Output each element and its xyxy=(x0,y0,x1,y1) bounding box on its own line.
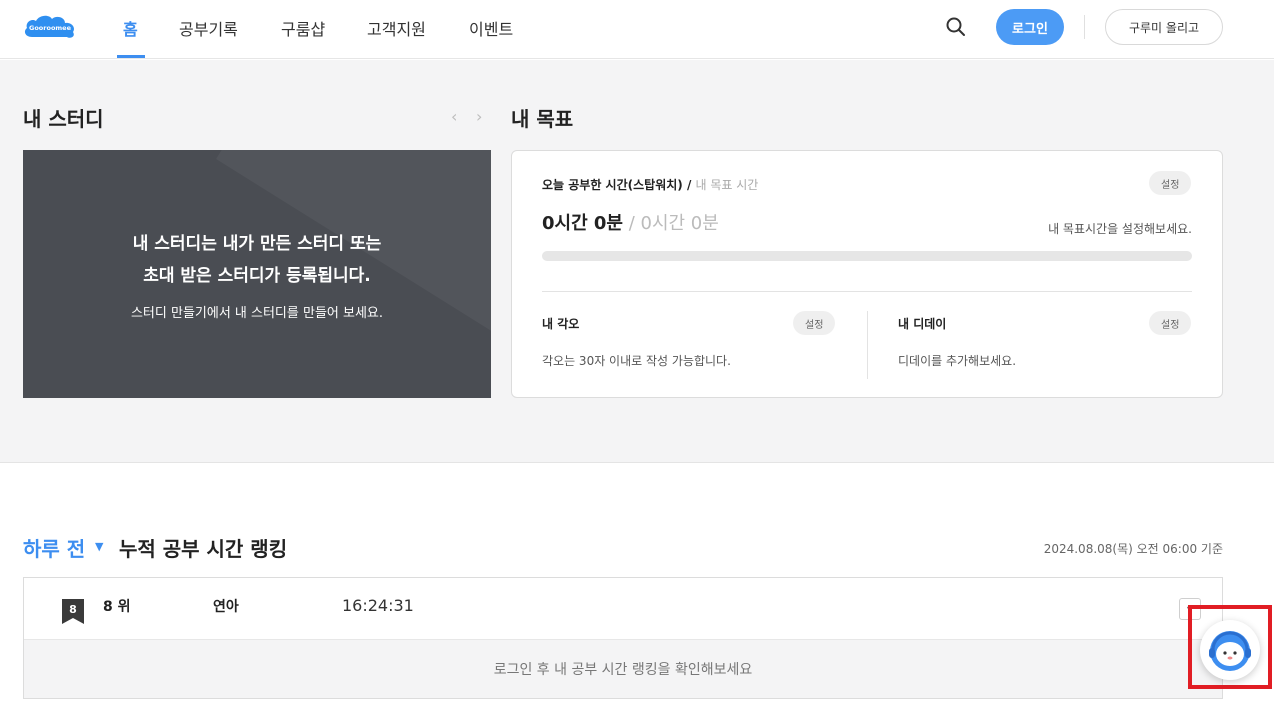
resolve-title: 내 각오 xyxy=(542,317,580,331)
study-empty-line2: 초대 받은 스터디가 등록됩니다. xyxy=(143,266,371,286)
header-divider xyxy=(1084,15,1085,39)
studied-time: 0시간 0분 xyxy=(542,213,623,234)
nav-home[interactable]: 홈 xyxy=(123,16,138,40)
nav-support[interactable]: 고객지원 xyxy=(367,16,426,40)
goal-hint: 내 목표시간을 설정해보세요. xyxy=(1048,222,1192,236)
next-arrow-icon[interactable]: › xyxy=(476,107,482,126)
prev-arrow-icon[interactable]: ‹ xyxy=(451,107,457,126)
chatbot-icon[interactable] xyxy=(1200,620,1260,680)
goal-divider xyxy=(542,291,1192,292)
goal-time-value: 0시간 0분 / 0시간 0분 xyxy=(542,209,719,235)
search-icon[interactable] xyxy=(944,15,968,39)
upload-button[interactable]: 구루미 올리고 xyxy=(1105,9,1223,45)
gooroomee-logo[interactable]: Gooroomee xyxy=(22,11,78,43)
ranking-date: 2024.08.08(목) 오전 06:00 기준 xyxy=(1043,542,1223,556)
ranking-title: 누적 공부 시간 랭킹 xyxy=(119,537,288,561)
svg-text:Gooroomee: Gooroomee xyxy=(29,24,72,32)
rank-study-time: 16:24:31 xyxy=(342,596,414,615)
ranking-list: 8 8 위 연아 16:24:31 ▼ 로그인 후 내 공부 시간 랭킹을 확인… xyxy=(23,577,1223,699)
dday-title: 내 디데이 xyxy=(898,317,947,331)
rank-badge-icon: 8 xyxy=(62,599,84,624)
goal-progress-bar xyxy=(542,251,1192,261)
target-time: / 0시간 0분 xyxy=(623,213,719,234)
nav-study-record[interactable]: 공부기록 xyxy=(179,16,238,40)
my-study-card: 내 스터디는 내가 만든 스터디 또는 초대 받은 스터디가 등록됩니다. 스터… xyxy=(23,150,491,398)
study-empty-hint: 스터디 만들기에서 내 스터디를 만들어 보세요. xyxy=(130,306,384,321)
ranking-login-prompt[interactable]: 로그인 후 내 공부 시간 랭킹을 확인해보세요 xyxy=(24,639,1222,698)
rank-user-name: 연아 xyxy=(213,599,239,615)
dday-desc: 디데이를 추가해보세요. xyxy=(898,354,1017,368)
dday-setting-button[interactable]: 설정 xyxy=(1149,311,1192,335)
svg-text:8: 8 xyxy=(69,603,77,616)
nav-event[interactable]: 이벤트 xyxy=(469,16,513,40)
resolve-desc: 각오는 30자 이내로 작성 가능합니다. xyxy=(542,354,731,368)
goal-label-sub: 내 목표 시간 xyxy=(695,178,759,192)
top-header: Gooroomee 홈 공부기록 구룸샵 고객지원 이벤트 로그인 구루미 올리… xyxy=(0,0,1274,59)
ranking-row: 8 8 위 연아 16:24:31 ▼ xyxy=(24,578,1222,639)
rank-place: 8 위 xyxy=(103,599,131,615)
my-goal-card: 오늘 공부한 시간(스탑워치) / 내 목표 시간 설정 0시간 0분 / 0시… xyxy=(511,150,1223,398)
study-empty-line1: 내 스터디는 내가 만든 스터디 또는 xyxy=(132,234,382,254)
ranking-period-select[interactable]: 하루 전 xyxy=(23,533,85,562)
my-goal-title: 내 목표 xyxy=(511,107,574,131)
goal-time-label: 오늘 공부한 시간(스탑워치) / 내 목표 시간 xyxy=(542,176,758,193)
nav-active-indicator xyxy=(117,55,145,58)
caret-down-icon[interactable]: ▼ xyxy=(95,540,103,553)
goal-label-main: 오늘 공부한 시간(스탑워치) / xyxy=(542,178,696,192)
resolve-setting-button[interactable]: 설정 xyxy=(793,311,836,335)
nav-shop[interactable]: 구룸샵 xyxy=(281,16,325,40)
goal-setting-button[interactable]: 설정 xyxy=(1149,171,1192,195)
login-button[interactable]: 로그인 xyxy=(996,9,1064,45)
goal-column-divider xyxy=(867,311,868,379)
my-study-title: 내 스터디 xyxy=(23,107,104,131)
